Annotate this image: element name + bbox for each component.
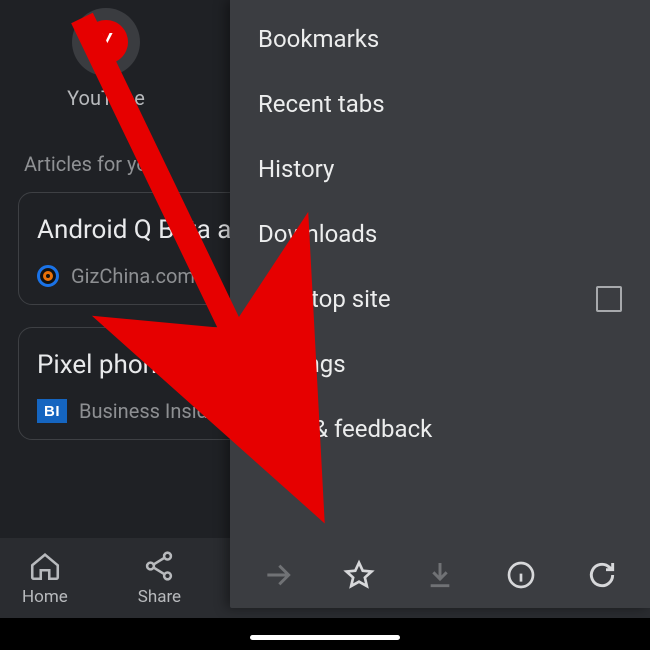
menu-bottom-bar bbox=[230, 542, 650, 608]
menu-settings[interactable]: Settings bbox=[230, 331, 650, 396]
system-bar bbox=[0, 618, 650, 650]
source-icon bbox=[37, 265, 59, 287]
bookmark-button[interactable] bbox=[336, 552, 382, 598]
share-icon bbox=[142, 549, 176, 583]
home-icon bbox=[28, 549, 62, 583]
reload-button[interactable] bbox=[579, 552, 625, 598]
menu-desktop-site[interactable]: Desktop site bbox=[230, 266, 650, 331]
youtube-badge: Y bbox=[84, 20, 128, 64]
source-name: Business Inside bbox=[79, 399, 218, 423]
menu-bookmarks[interactable]: Bookmarks bbox=[230, 6, 650, 71]
checkbox-unchecked-icon[interactable] bbox=[596, 286, 622, 312]
info-icon bbox=[505, 559, 537, 591]
download-icon bbox=[424, 559, 456, 591]
nav-label: Home bbox=[22, 587, 68, 607]
overflow-menu: Bookmarks Recent tabs History Downloads … bbox=[230, 0, 650, 608]
reload-icon bbox=[586, 559, 618, 591]
shortcut-youtube[interactable]: Y YouTube bbox=[56, 8, 156, 110]
menu-recent-tabs[interactable]: Recent tabs bbox=[230, 71, 650, 136]
menu-help-feedback[interactable]: Help & feedback bbox=[230, 396, 650, 461]
download-button[interactable] bbox=[417, 552, 463, 598]
shortcut-label: YouTube bbox=[56, 86, 156, 110]
nav-label: Share bbox=[138, 587, 181, 607]
nav-home[interactable]: Home bbox=[22, 549, 68, 607]
shortcut-icon: Y bbox=[72, 8, 140, 76]
source-icon: BI bbox=[37, 399, 67, 423]
source-name: GizChina.com bbox=[71, 264, 195, 288]
forward-button[interactable] bbox=[255, 552, 301, 598]
arrow-forward-icon bbox=[262, 559, 294, 591]
nav-share[interactable]: Share bbox=[138, 549, 181, 607]
gesture-handle[interactable] bbox=[250, 635, 400, 640]
menu-downloads[interactable]: Downloads bbox=[230, 201, 650, 266]
menu-history[interactable]: History bbox=[230, 136, 650, 201]
star-icon bbox=[343, 559, 375, 591]
info-button[interactable] bbox=[498, 552, 544, 598]
menu-label: Desktop site bbox=[258, 285, 391, 313]
